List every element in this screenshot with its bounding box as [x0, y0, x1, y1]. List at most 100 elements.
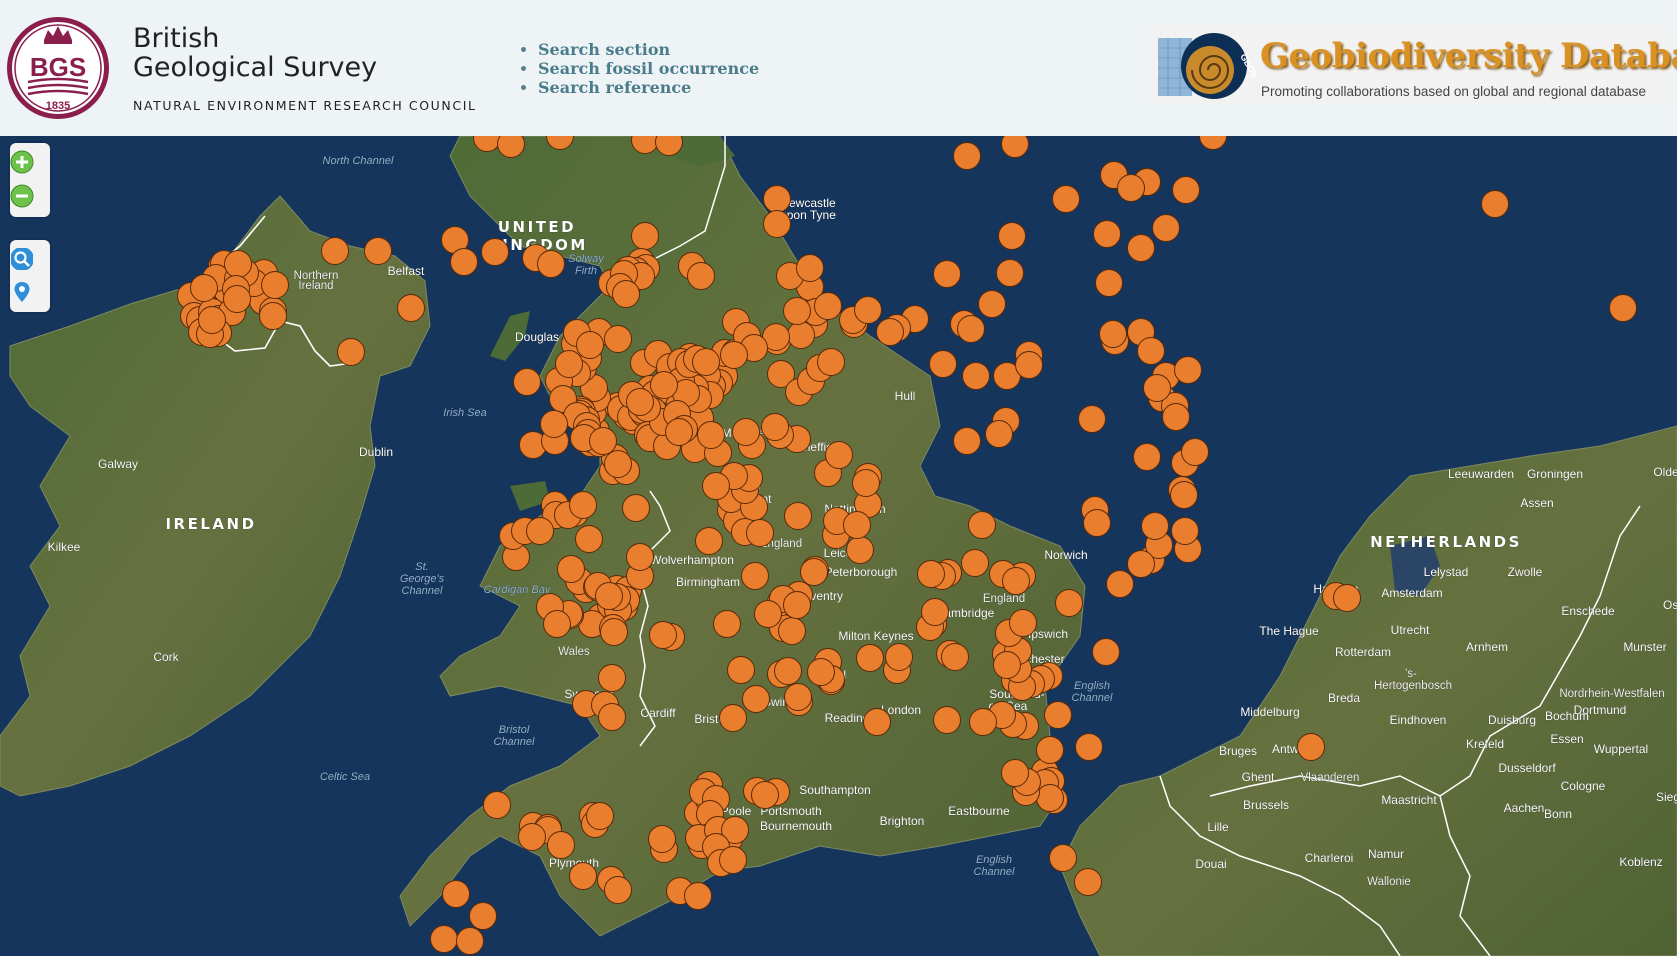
- map-canvas[interactable]: UNITEDKINGDOMIRELANDNETHERLANDSNorthernI…: [0, 136, 1677, 956]
- fossil-occurrence-marker[interactable]: [825, 441, 853, 469]
- fossil-occurrence-marker[interactable]: [1117, 174, 1145, 202]
- fossil-occurrence-marker[interactable]: [732, 418, 760, 446]
- fossil-occurrence-marker[interactable]: [1036, 784, 1064, 812]
- fossil-occurrence-marker[interactable]: [537, 250, 565, 278]
- fossil-occurrence-marker[interactable]: [1015, 351, 1043, 379]
- fossil-occurrence-marker[interactable]: [430, 925, 458, 953]
- bgs-logo[interactable]: BGS 1835: [4, 14, 112, 122]
- fossil-occurrence-marker[interactable]: [783, 297, 811, 325]
- fossil-occurrence-marker[interactable]: [684, 882, 712, 910]
- fossil-occurrence-marker[interactable]: [397, 294, 425, 322]
- fossil-occurrence-marker[interactable]: [586, 802, 614, 830]
- fossil-occurrence-marker[interactable]: [961, 549, 989, 577]
- fossil-occurrence-marker[interactable]: [784, 502, 812, 530]
- fossil-occurrence-marker[interactable]: [555, 350, 583, 378]
- fossil-occurrence-marker[interactable]: [978, 290, 1006, 318]
- fossil-occurrence-marker[interactable]: [483, 791, 511, 819]
- fossil-occurrence-marker[interactable]: [589, 427, 617, 455]
- fossil-occurrence-marker[interactable]: [1055, 589, 1083, 617]
- fossil-occurrence-marker[interactable]: [1106, 570, 1134, 598]
- fossil-occurrence-marker[interactable]: [575, 525, 603, 553]
- fossil-occurrence-marker[interactable]: [969, 708, 997, 736]
- fossil-occurrence-marker[interactable]: [921, 598, 949, 626]
- fossil-occurrence-marker[interactable]: [1093, 220, 1121, 248]
- fossil-occurrence-marker[interactable]: [1127, 550, 1155, 578]
- fossil-occurrence-marker[interactable]: [569, 491, 597, 519]
- fossil-occurrence-marker[interactable]: [763, 185, 791, 213]
- fossil-occurrence-marker[interactable]: [687, 262, 715, 290]
- fossil-occurrence-marker[interactable]: [612, 280, 640, 308]
- fossil-occurrence-marker[interactable]: [1333, 584, 1361, 612]
- map-view[interactable]: UNITEDKINGDOMIRELANDNETHERLANDSNorthernI…: [0, 136, 1677, 956]
- fossil-occurrence-marker[interactable]: [787, 321, 815, 349]
- fossil-occurrence-marker[interactable]: [1083, 509, 1111, 537]
- fossil-occurrence-marker[interactable]: [526, 517, 554, 545]
- fossil-occurrence-marker[interactable]: [626, 543, 654, 571]
- fossil-occurrence-marker[interactable]: [604, 876, 632, 904]
- fossil-occurrence-marker[interactable]: [933, 706, 961, 734]
- fossil-occurrence-marker[interactable]: [598, 664, 626, 692]
- fossil-occurrence-marker[interactable]: [783, 591, 811, 619]
- fossil-occurrence-marker[interactable]: [985, 420, 1013, 448]
- fossil-occurrence-marker[interactable]: [695, 527, 723, 555]
- fossil-occurrence-marker[interactable]: [720, 341, 748, 369]
- fossil-occurrence-marker[interactable]: [1481, 190, 1509, 218]
- fossil-occurrence-marker[interactable]: [713, 610, 741, 638]
- fossil-occurrence-marker[interactable]: [1092, 638, 1120, 666]
- fossil-occurrence-marker[interactable]: [456, 927, 484, 955]
- fossil-occurrence-marker[interactable]: [846, 536, 874, 564]
- fossil-occurrence-marker[interactable]: [224, 250, 252, 278]
- gbdb-banner[interactable]: GBDB Geobiodiversity Database Promoting …: [1150, 26, 1677, 104]
- fossil-occurrence-marker[interactable]: [953, 142, 981, 170]
- fossil-occurrence-marker[interactable]: [761, 413, 789, 441]
- fossil-occurrence-marker[interactable]: [1181, 438, 1209, 466]
- fossil-occurrence-marker[interactable]: [1133, 443, 1161, 471]
- fossil-occurrence-marker[interactable]: [941, 643, 969, 671]
- fossil-occurrence-marker[interactable]: [917, 560, 945, 588]
- fossil-occurrence-marker[interactable]: [364, 237, 392, 265]
- fossil-occurrence-marker[interactable]: [1049, 844, 1077, 872]
- fossil-occurrence-marker[interactable]: [604, 325, 632, 353]
- zoom-in-icon[interactable]: [10, 150, 34, 174]
- fossil-occurrence-marker[interactable]: [1074, 868, 1102, 896]
- fossil-occurrence-marker[interactable]: [1297, 733, 1325, 761]
- fossil-occurrence-marker[interactable]: [852, 469, 880, 497]
- fossil-occurrence-marker[interactable]: [518, 823, 546, 851]
- fossil-occurrence-marker[interactable]: [727, 656, 755, 684]
- fossil-occurrence-marker[interactable]: [998, 222, 1026, 250]
- fossil-occurrence-marker[interactable]: [741, 562, 769, 590]
- fossil-occurrence-marker[interactable]: [540, 410, 568, 438]
- fossil-occurrence-marker[interactable]: [807, 658, 835, 686]
- fossil-occurrence-marker[interactable]: [513, 368, 541, 396]
- fossil-occurrence-marker[interactable]: [261, 271, 289, 299]
- fossil-occurrence-marker[interactable]: [650, 371, 678, 399]
- fossil-occurrence-marker[interactable]: [993, 651, 1021, 679]
- fossil-occurrence-marker[interactable]: [598, 703, 626, 731]
- fossil-occurrence-marker[interactable]: [863, 708, 891, 736]
- fossil-occurrence-marker[interactable]: [557, 555, 585, 583]
- fossil-occurrence-marker[interactable]: [1075, 733, 1103, 761]
- fossil-occurrence-marker[interactable]: [450, 248, 478, 276]
- search-icon[interactable]: [10, 247, 34, 271]
- fossil-occurrence-marker[interactable]: [1001, 759, 1029, 787]
- fossil-occurrence-marker[interactable]: [1174, 356, 1202, 384]
- fossil-occurrence-marker[interactable]: [996, 259, 1024, 287]
- fossil-occurrence-marker[interactable]: [569, 862, 597, 890]
- search-fossil-occurrence-link[interactable]: Search fossil occurrence: [538, 59, 759, 78]
- fossil-occurrence-marker[interactable]: [774, 657, 802, 685]
- fossil-occurrence-marker[interactable]: [595, 582, 623, 610]
- fossil-occurrence-marker[interactable]: [1009, 609, 1037, 637]
- fossil-occurrence-marker[interactable]: [1162, 403, 1190, 431]
- fossil-occurrence-marker[interactable]: [469, 902, 497, 930]
- fossil-occurrence-marker[interactable]: [604, 450, 632, 478]
- fossil-occurrence-marker[interactable]: [259, 302, 287, 330]
- fossil-occurrence-marker[interactable]: [778, 617, 806, 645]
- fossil-occurrence-marker[interactable]: [1143, 374, 1171, 402]
- fossil-occurrence-marker[interactable]: [442, 880, 470, 908]
- fossil-occurrence-marker[interactable]: [796, 254, 824, 282]
- fossil-occurrence-marker[interactable]: [719, 704, 747, 732]
- fossil-occurrence-marker[interactable]: [665, 418, 693, 446]
- fossil-occurrence-marker[interactable]: [337, 338, 365, 366]
- fossil-occurrence-marker[interactable]: [649, 621, 677, 649]
- fossil-occurrence-marker[interactable]: [843, 511, 871, 539]
